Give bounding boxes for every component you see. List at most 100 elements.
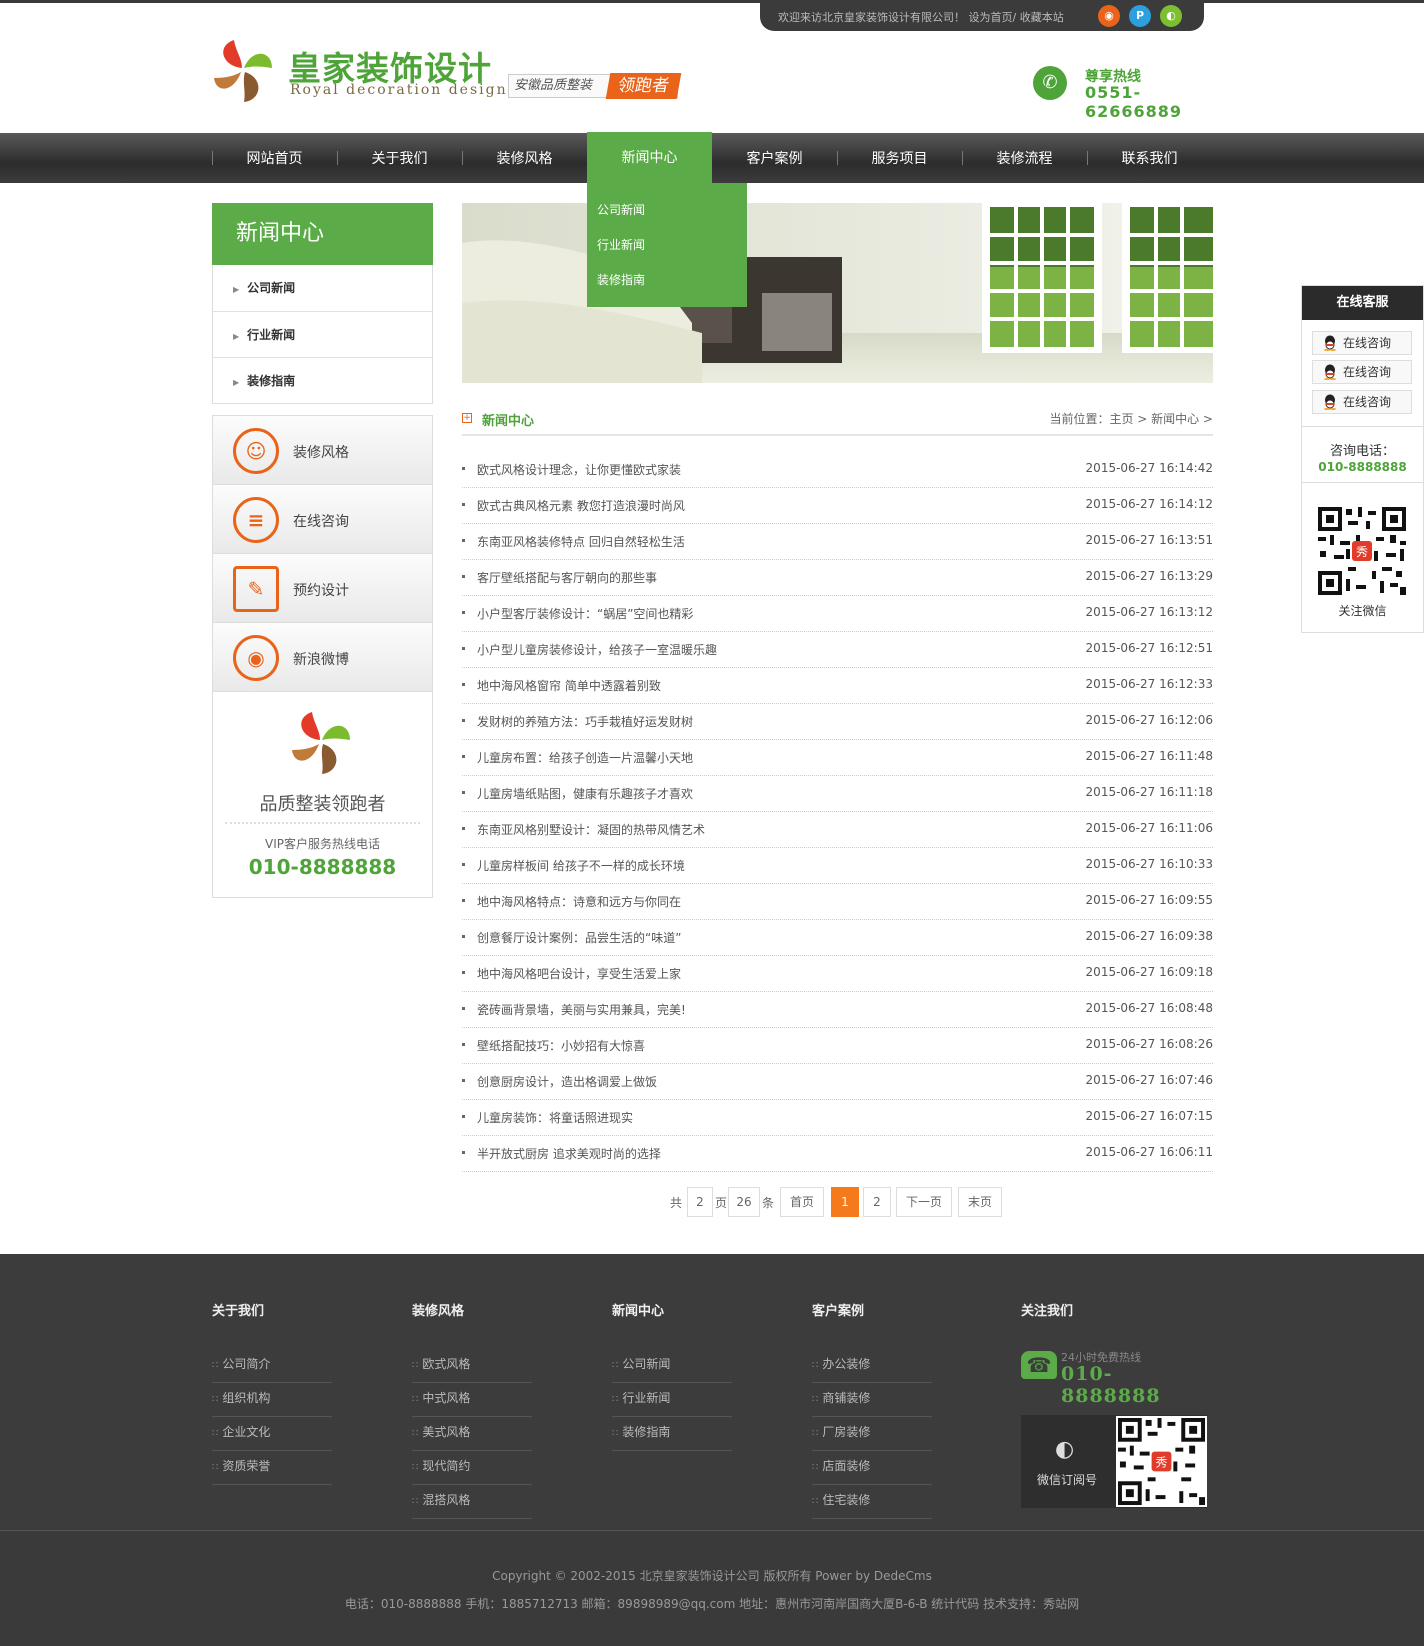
news-row[interactable]: 小户型儿童房装修设计，给孩子一室温暖乐趣 2015-06-27 16:12:51 [462, 632, 1213, 668]
news-title[interactable]: 儿童房墙纸贴图，健康有乐趣孩子才喜欢 [477, 785, 693, 802]
news-title[interactable]: 地中海风格窗帘 简单中透露着别致 [477, 677, 661, 694]
news-title[interactable]: 客厅壁纸搭配与客厅朝向的那些事 [477, 569, 657, 586]
footer-link[interactable]: 公司新闻 [612, 1349, 732, 1383]
footer-link[interactable]: 资质荣誉 [212, 1451, 332, 1485]
news-title[interactable]: 东南亚风格别墅设计：凝固的热带风情艺术 [477, 821, 705, 838]
news-row[interactable]: 地中海风格吧台设计，享受生活爱上家 2015-06-27 16:09:18 [462, 956, 1213, 992]
qq-consult-button[interactable]: 在线咨询 [1312, 390, 1412, 414]
pager-page-2[interactable]: 2 [863, 1187, 891, 1217]
news-title[interactable]: 壁纸搭配技巧：小妙招有大惊喜 [477, 1037, 645, 1054]
news-title[interactable]: 发财树的养殖方法：巧手栽植好运发财树 [477, 713, 693, 730]
news-row[interactable]: 发财树的养殖方法：巧手栽植好运发财树 2015-06-27 16:12:06 [462, 704, 1213, 740]
nav-process[interactable]: 装修流程 [962, 133, 1087, 183]
qq-consult-button[interactable]: 在线咨询 [1312, 360, 1412, 384]
current-position[interactable]: 当前位置：主页 > 新闻中心 > [1049, 410, 1213, 427]
pager-last-button[interactable]: 末页 [958, 1187, 1002, 1217]
news-title[interactable]: 地中海风格特点：诗意和远方与你同在 [477, 893, 681, 910]
news-row[interactable]: 瓷砖画背景墙，美丽与实用兼具，完美! 2015-06-27 16:08:48 [462, 992, 1213, 1028]
bullet-icon [462, 755, 465, 758]
main-nav: 网站首页 关于我们 装修风格 新闻中心 客户案例 服务项目 装修流程 联系我们 [0, 132, 1424, 183]
footer-link[interactable]: 住宅装修 [812, 1485, 932, 1519]
chat-bubble-icon: ≡ [233, 497, 279, 543]
news-title[interactable]: 儿童房样板间 给孩子不一样的成长环境 [477, 857, 685, 874]
quick-booking[interactable]: ✎ 预约设计 [213, 554, 432, 623]
nav-about[interactable]: 关于我们 [337, 133, 462, 183]
bullet-icon [462, 971, 465, 974]
tencent-weibo-icon[interactable]: P [1129, 5, 1151, 27]
footer-link[interactable]: 行业新闻 [612, 1383, 732, 1417]
bullet-icon [462, 683, 465, 686]
welcome-text[interactable]: 欢迎来访北京皇家装饰设计有限公司！ 设为首页/ 收藏本站 [778, 9, 1064, 25]
dropdown-item-guide[interactable]: 装修指南 [597, 271, 645, 288]
news-title[interactable]: 创意餐厅设计案例：品尝生活的“味道” [477, 929, 681, 946]
news-title[interactable]: 儿童房装饰：将童话照进现实 [477, 1109, 633, 1126]
pager-next-button[interactable]: 下一页 [896, 1187, 952, 1217]
nav-services[interactable]: 服务项目 [837, 133, 962, 183]
nav-styles[interactable]: 装修风格 [462, 133, 587, 183]
news-row[interactable]: 东南亚风格装修特点 回归自然轻松生活 2015-06-27 16:13:51 [462, 524, 1213, 560]
weibo-icon[interactable]: ◉ [1098, 5, 1120, 27]
news-title[interactable]: 瓷砖画背景墙，美丽与实用兼具，完美! [477, 1001, 686, 1018]
news-title[interactable]: 儿童房布置：给孩子创造一片温馨小天地 [477, 749, 693, 766]
footer-link[interactable]: 混搭风格 [412, 1485, 532, 1519]
footer-link[interactable]: 办公装修 [812, 1349, 932, 1383]
nav-news[interactable]: 新闻中心 [587, 132, 712, 183]
news-date: 2015-06-27 16:11:06 [1085, 821, 1213, 835]
news-row[interactable]: 地中海风格特点：诗意和远方与你同在 2015-06-27 16:09:55 [462, 884, 1213, 920]
news-row[interactable]: 客厅壁纸搭配与客厅朝向的那些事 2015-06-27 16:13:29 [462, 560, 1213, 596]
quick-consult[interactable]: ≡ 在线咨询 [213, 485, 432, 554]
footer-link[interactable]: 商铺装修 [812, 1383, 932, 1417]
news-row[interactable]: 儿童房装饰：将童话照进现实 2015-06-27 16:07:15 [462, 1100, 1213, 1136]
footer-link[interactable]: 企业文化 [212, 1417, 332, 1451]
footer-link[interactable]: 组织机构 [212, 1383, 332, 1417]
sidebar-item-industry-news[interactable]: ▶ 行业新闻 [213, 311, 432, 357]
pager-page-1[interactable]: 1 [831, 1187, 859, 1217]
news-title[interactable]: 小户型儿童房装修设计，给孩子一室温暖乐趣 [477, 641, 717, 658]
news-title[interactable]: 半开放式厨房 追求美观时尚的选择 [477, 1145, 661, 1162]
nav-home[interactable]: 网站首页 [212, 133, 337, 183]
news-date: 2015-06-27 16:11:48 [1085, 749, 1213, 763]
footer-link[interactable]: 美式风格 [412, 1417, 532, 1451]
qq-consult-button[interactable]: 在线咨询 [1312, 331, 1412, 355]
logo[interactable]: 皇家装饰设计 Royal decoration design [212, 38, 506, 108]
quick-weibo[interactable]: ◉ 新浪微博 [213, 623, 432, 692]
footer-link[interactable]: 店面装修 [812, 1451, 932, 1485]
news-title[interactable]: 欧式风格设计理念，让你更懂欧式家装 [477, 461, 681, 478]
news-row[interactable]: 欧式风格设计理念，让你更懂欧式家装 2015-06-27 16:14:42 [462, 452, 1213, 488]
news-title[interactable]: 创意厨房设计，造出格调爱上做饭 [477, 1073, 657, 1090]
news-row[interactable]: 东南亚风格别墅设计：凝固的热带风情艺术 2015-06-27 16:11:06 [462, 812, 1213, 848]
bullet-icon [462, 935, 465, 938]
news-row[interactable]: 地中海风格窗帘 简单中透露着别致 2015-06-27 16:12:33 [462, 668, 1213, 704]
footer-link[interactable]: 现代简约 [412, 1451, 532, 1485]
news-row[interactable]: 儿童房样板间 给孩子不一样的成长环境 2015-06-27 16:10:33 [462, 848, 1213, 884]
news-row[interactable]: 欧式古典风格元素 教您打造浪漫时尚风 2015-06-27 16:14:12 [462, 488, 1213, 524]
footer-link[interactable]: 装修指南 [612, 1417, 732, 1451]
dropdown-item-industry-news[interactable]: 行业新闻 [597, 236, 645, 253]
wechat-icon[interactable]: ◐ [1160, 5, 1182, 27]
news-row[interactable]: 创意厨房设计，造出格调爱上做饭 2015-06-27 16:07:46 [462, 1064, 1213, 1100]
footer-link[interactable]: 公司简介 [212, 1349, 332, 1383]
nav-contact[interactable]: 联系我们 [1087, 133, 1212, 183]
footer-link[interactable]: 厂房装修 [812, 1417, 932, 1451]
pager-record-count: 26 [728, 1187, 760, 1217]
news-row[interactable]: 小户型客厅装修设计：“蜗居”空间也精彩 2015-06-27 16:13:12 [462, 596, 1213, 632]
news-row[interactable]: 儿童房布置：给孩子创造一片温馨小天地 2015-06-27 16:11:48 [462, 740, 1213, 776]
news-title[interactable]: 东南亚风格装修特点 回归自然轻松生活 [477, 533, 685, 550]
bullet-icon [462, 1151, 465, 1154]
footer-link[interactable]: 欧式风格 [412, 1349, 532, 1383]
news-title[interactable]: 欧式古典风格元素 教您打造浪漫时尚风 [477, 497, 685, 514]
news-row[interactable]: 半开放式厨房 追求美观时尚的选择 2015-06-27 16:06:11 [462, 1136, 1213, 1172]
footer-link[interactable]: 中式风格 [412, 1383, 532, 1417]
pager-first-button[interactable]: 首页 [780, 1187, 824, 1217]
news-row[interactable]: 壁纸搭配技巧：小妙招有大惊喜 2015-06-27 16:08:26 [462, 1028, 1213, 1064]
news-row[interactable]: 创意餐厅设计案例：品尝生活的“味道” 2015-06-27 16:09:38 [462, 920, 1213, 956]
news-title[interactable]: 小户型客厅装修设计：“蜗居”空间也精彩 [477, 605, 693, 622]
sidebar-item-company-news[interactable]: ▶ 公司新闻 [213, 265, 432, 311]
news-row[interactable]: 儿童房墙纸贴图，健康有乐趣孩子才喜欢 2015-06-27 16:11:18 [462, 776, 1213, 812]
news-title[interactable]: 地中海风格吧台设计，享受生活爱上家 [477, 965, 681, 982]
dropdown-item-company-news[interactable]: 公司新闻 [597, 201, 645, 218]
quick-styles[interactable]: ☺ 装修风格 [213, 416, 432, 485]
sidebar-item-guide[interactable]: ▶ 装修指南 [213, 357, 432, 403]
nav-cases[interactable]: 客户案例 [712, 133, 837, 183]
footer-col-cases: 客户案例 办公装修 商铺装修 厂房装修 店面装修 住宅装修 [812, 1300, 932, 1519]
